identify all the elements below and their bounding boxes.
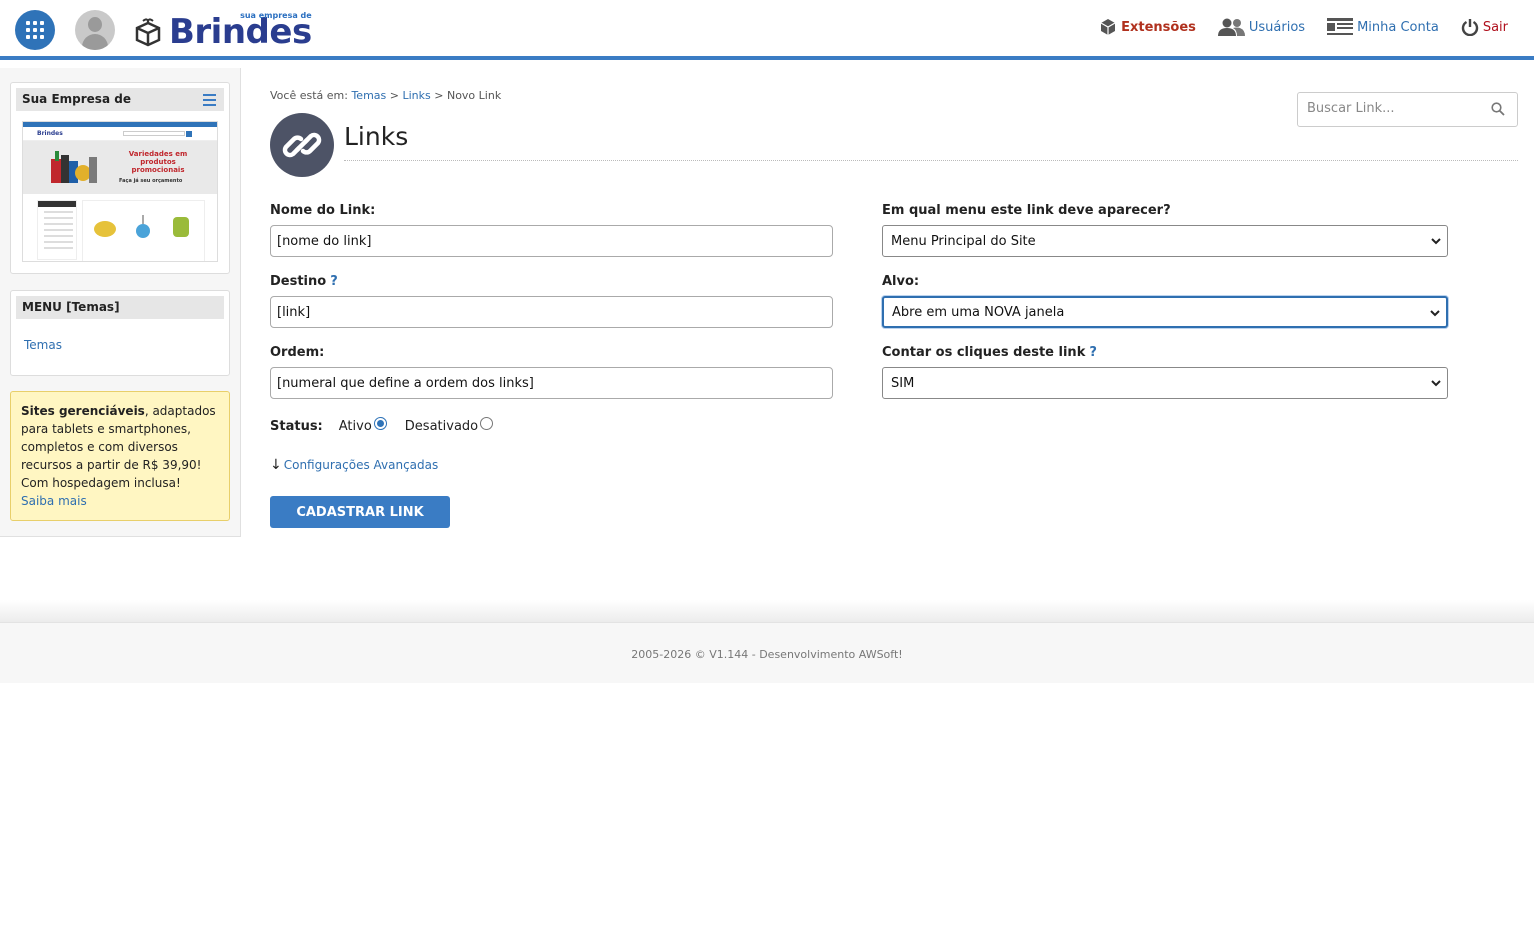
nav-label: Usuários: [1248, 19, 1306, 35]
nav-extensoes[interactable]: Extensões: [1099, 18, 1196, 36]
avatar[interactable]: [75, 10, 115, 50]
site-panel-title: Sua Empresa de: [22, 92, 131, 106]
preview-sidebar: [37, 200, 77, 260]
footer-shadow: [0, 600, 1534, 622]
target-select[interactable]: Abre em uma NOVA janela: [882, 296, 1448, 328]
status-option-desativado[interactable]: Desativado: [404, 417, 494, 434]
status-ativo-radio[interactable]: [373, 417, 387, 430]
arrow-down-icon: ↓: [270, 457, 282, 473]
site-preview-thumbnail[interactable]: Brindes Variedades em produtos promocion…: [22, 121, 218, 262]
cube-icon: [1100, 19, 1116, 35]
breadcrumb-links[interactable]: Links: [402, 89, 430, 102]
status-option-label: Desativado: [404, 419, 479, 434]
destination-label: Destino?: [270, 274, 338, 289]
site-panel-header: Sua Empresa de: [16, 88, 224, 111]
name-label: Nome do Link:: [270, 203, 376, 218]
status-option-ativo[interactable]: Ativo: [338, 417, 387, 434]
search-box: [1297, 92, 1518, 127]
breadcrumb-separator: >: [389, 89, 399, 102]
nav-label: Extensões: [1121, 19, 1196, 35]
menu-select-label: Em qual menu este link deve aparecer?: [882, 203, 1171, 218]
submit-button[interactable]: CADASTRAR LINK: [270, 496, 450, 528]
promo-bold: Sites gerenciáveis: [21, 404, 145, 418]
nav-sair[interactable]: Sair: [1461, 18, 1508, 36]
hamburger-icon[interactable]: [203, 94, 216, 109]
nav-label: Minha Conta: [1357, 19, 1439, 35]
breadcrumb-prefix: Você está em:: [270, 89, 348, 102]
users-icon: [1217, 18, 1245, 36]
nav-usuarios[interactable]: Usuários: [1217, 18, 1306, 36]
nav-minha-conta[interactable]: Minha Conta: [1327, 18, 1439, 36]
advanced-settings-link[interactable]: ↓ Configurações Avançadas: [270, 457, 438, 473]
preview-banner-text: Variedades em produtos promocionais: [128, 150, 188, 174]
nav-label: Sair: [1482, 19, 1508, 35]
logo-text: Brindes: [169, 12, 312, 52]
search-icon[interactable]: [1491, 102, 1505, 116]
status-desativado-radio[interactable]: [480, 417, 494, 430]
chevron-down-icon: [1431, 380, 1441, 387]
target-select-value: Abre em uma NOVA janela: [892, 304, 1065, 320]
footer-copyright: 2005-2026 © V1.144 - Desenvolvimento AWS…: [631, 648, 903, 661]
brand-logo[interactable]: sua empresa de Brindes: [133, 11, 312, 52]
sidebar-item-temas[interactable]: Temas: [24, 338, 62, 352]
count-clicks-value: SIM: [891, 375, 915, 391]
apps-menu-button[interactable]: [15, 10, 55, 50]
products-illustration: [51, 151, 97, 183]
footer: 2005-2026 © V1.144 - Desenvolvimento AWS…: [0, 622, 1534, 683]
top-bar: sua empresa de Brindes Extensões Usuário…: [0, 0, 1534, 60]
preview-banner: Variedades em produtos promocionais Faça…: [23, 141, 217, 194]
page-title: Links: [344, 122, 409, 151]
order-label: Ordem:: [270, 345, 325, 360]
count-clicks-select[interactable]: SIM: [882, 367, 1448, 399]
account-icon: [1327, 18, 1354, 35]
breadcrumb-temas[interactable]: Temas: [351, 89, 386, 102]
target-label: Alvo:: [882, 274, 920, 289]
promo-box: Sites gerenciáveis, adaptados para table…: [10, 391, 230, 521]
menu-select[interactable]: Menu Principal do Site: [882, 225, 1448, 257]
sidebar: Sua Empresa de Brindes Variedades em pro…: [0, 68, 241, 537]
breadcrumb-current: Novo Link: [446, 89, 502, 102]
menu-panel: MENU [Temas] Temas: [10, 290, 230, 376]
status-row: Status: Ativo Desativado: [270, 417, 511, 434]
gift-box-icon: [135, 18, 161, 47]
logo-tagline: sua empresa de: [240, 11, 312, 20]
status-label: Status:: [270, 419, 323, 434]
count-clicks-label: Contar os cliques deste link?: [882, 345, 1097, 360]
apps-grid-icon: [26, 21, 44, 39]
breadcrumb-separator: >: [434, 89, 444, 102]
breadcrumb: Você está em: Temas > Links > Novo Link: [270, 89, 501, 102]
power-icon: [1461, 19, 1478, 36]
link-icon: [270, 113, 334, 177]
chevron-down-icon: [1430, 310, 1440, 317]
preview-banner-subtext: Faça já seu orçamento: [119, 178, 183, 184]
chevron-down-icon: [1431, 238, 1441, 245]
top-nav: Extensões Usuários Minha Conta Sair: [1077, 18, 1508, 36]
site-panel: Sua Empresa de Brindes Variedades em pro…: [10, 82, 230, 274]
title-divider: [344, 160, 1518, 161]
link-name-input[interactable]: [270, 225, 833, 257]
status-option-label: Ativo: [338, 419, 372, 434]
menu-select-value: Menu Principal do Site: [891, 233, 1036, 249]
preview-products: [82, 200, 205, 261]
destination-help-icon[interactable]: ?: [330, 274, 338, 289]
menu-panel-header: MENU [Temas]: [16, 296, 224, 319]
menu-panel-title: MENU [Temas]: [22, 300, 120, 314]
preview-logo: Brindes: [37, 130, 63, 137]
destination-input[interactable]: [270, 296, 833, 328]
count-help-icon[interactable]: ?: [1089, 345, 1097, 360]
promo-link[interactable]: Saiba mais: [21, 494, 87, 508]
advanced-settings-label: Configurações Avançadas: [283, 458, 439, 472]
search-input[interactable]: [1307, 101, 1487, 116]
order-input[interactable]: [270, 367, 833, 399]
